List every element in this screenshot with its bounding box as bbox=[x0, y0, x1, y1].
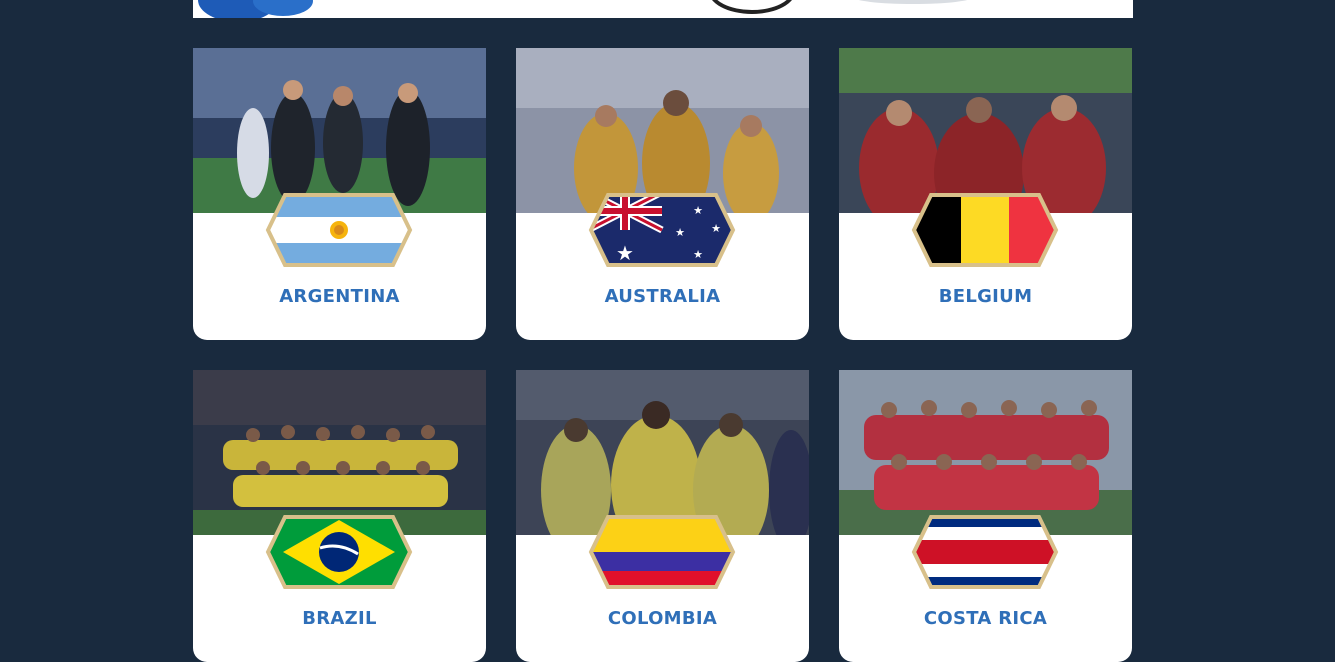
flag-colombia-icon bbox=[588, 515, 736, 589]
flag-australia-icon: ★ ★ ★ ★ ★ bbox=[588, 193, 736, 267]
team-photo bbox=[193, 370, 486, 535]
svg-text:★: ★ bbox=[616, 241, 634, 265]
team-photo bbox=[516, 370, 809, 535]
team-card-brazil[interactable]: BRAZIL bbox=[193, 370, 486, 662]
team-card-argentina[interactable]: ARGENTINA bbox=[193, 48, 486, 340]
team-photo bbox=[193, 48, 486, 213]
flag-brazil-icon bbox=[265, 515, 413, 589]
team-name[interactable]: COLOMBIA bbox=[516, 608, 809, 629]
team-card-belgium[interactable]: BELGIUM bbox=[839, 48, 1132, 340]
team-name[interactable]: COSTA RICA bbox=[839, 608, 1132, 629]
team-photo bbox=[516, 48, 809, 213]
team-photo bbox=[839, 370, 1132, 535]
team-card-costa-rica[interactable]: COSTA RICA bbox=[839, 370, 1132, 662]
team-name[interactable]: ARGENTINA bbox=[193, 286, 486, 307]
team-card-colombia[interactable]: COLOMBIA bbox=[516, 370, 809, 662]
svg-text:★: ★ bbox=[693, 248, 703, 261]
svg-text:★: ★ bbox=[693, 204, 703, 217]
svg-text:★: ★ bbox=[711, 222, 721, 235]
flag-belgium-icon bbox=[911, 193, 1059, 267]
team-name[interactable]: BRAZIL bbox=[193, 608, 486, 629]
team-name[interactable]: AUSTRALIA bbox=[516, 286, 809, 307]
top-banner bbox=[193, 0, 1133, 18]
team-name[interactable]: BELGIUM bbox=[839, 286, 1132, 307]
team-photo bbox=[839, 48, 1132, 213]
svg-text:★: ★ bbox=[675, 226, 685, 239]
banner-decoration bbox=[853, 0, 973, 4]
flag-argentina-icon bbox=[265, 193, 413, 267]
ball-icon bbox=[708, 0, 796, 14]
flag-costa-rica-icon bbox=[911, 515, 1059, 589]
team-card-australia[interactable]: ★ ★ ★ ★ ★ AUSTRALIA bbox=[516, 48, 809, 340]
